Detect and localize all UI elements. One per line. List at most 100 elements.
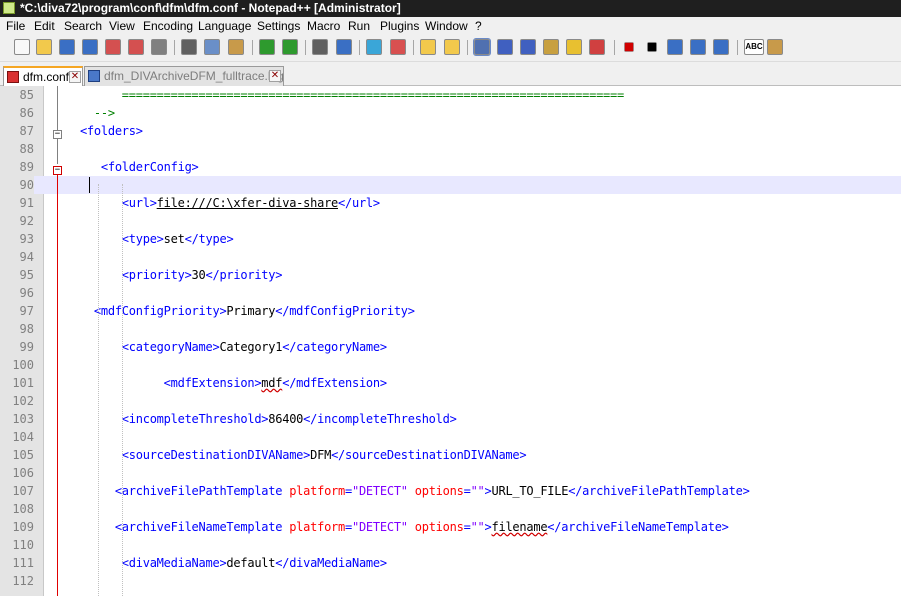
close-icon[interactable]	[105, 39, 121, 55]
code-line[interactable]: 106	[0, 464, 901, 482]
code-token: default	[226, 556, 276, 570]
code-line[interactable]: 102	[0, 392, 901, 410]
code-line[interactable]: 105 <sourceDestinationDIVAName>DFM</sour…	[0, 446, 901, 464]
save-icon[interactable]	[59, 39, 75, 55]
close-tab-icon[interactable]: ✕	[69, 71, 81, 83]
code-token: =	[345, 484, 352, 498]
code-line[interactable]: 107 <archiveFilePathTemplate platform="D…	[0, 482, 901, 500]
print-icon[interactable]	[151, 39, 167, 55]
code-line[interactable]: 109 <archiveFileNameTemplate platform="D…	[0, 518, 901, 536]
line-number: 89	[19, 160, 34, 174]
find-icon[interactable]	[312, 39, 328, 55]
code-text: <incompleteThreshold>86400</incompleteTh…	[66, 410, 457, 428]
code-token: >	[484, 484, 492, 498]
menu-plugins[interactable]: Plugins	[380, 17, 419, 35]
code-token: </url>	[338, 196, 380, 210]
code-token: <categoryName>	[66, 340, 220, 354]
code-text: <mdfExtension>mdf</mdfExtension>	[66, 374, 387, 392]
tab-dfm-conf[interactable]: dfm.conf ✕	[3, 66, 83, 86]
sync-vertical-icon[interactable]	[420, 39, 436, 55]
code-line[interactable]: 103 <incompleteThreshold>86400</incomple…	[0, 410, 901, 428]
code-line[interactable]: 95 <priority>30</priority>	[0, 266, 901, 284]
code-line[interactable]: 100	[0, 356, 901, 374]
code-line[interactable]: 98	[0, 320, 901, 338]
sync-horizontal-icon[interactable]	[444, 39, 460, 55]
code-token: 30	[191, 268, 206, 282]
function-list-icon[interactable]	[589, 39, 605, 55]
menu-search[interactable]: Search	[64, 17, 102, 35]
code-line[interactable]: 104	[0, 428, 901, 446]
menu-encoding[interactable]: Encoding	[143, 17, 193, 35]
code-line[interactable]: 97 <mdfConfigPriority>Primary</mdfConfig…	[0, 302, 901, 320]
run-macro-multiple-icon[interactable]	[690, 39, 706, 55]
zoom-in-icon[interactable]	[366, 39, 382, 55]
code-token: options	[407, 520, 464, 534]
code-line[interactable]: 112	[0, 572, 901, 590]
code-line[interactable]: 99 <categoryName>Category1</categoryName…	[0, 338, 901, 356]
code-line[interactable]: 88	[0, 140, 901, 158]
play-macro-icon[interactable]	[667, 39, 683, 55]
indent-guide-icon[interactable]	[520, 39, 536, 55]
code-token: URL_TO_FILE	[491, 484, 569, 498]
menu-settings[interactable]: Settings	[257, 17, 300, 35]
record-macro-icon[interactable]	[624, 42, 634, 52]
code-line[interactable]: 101 <mdfExtension>mdf</mdfExtension>	[0, 374, 901, 392]
menu-view[interactable]: View	[109, 17, 135, 35]
line-number: 98	[19, 322, 34, 336]
undo-icon[interactable]	[259, 39, 275, 55]
stop-record-icon[interactable]	[647, 42, 657, 52]
code-text: <type>set</type>	[66, 230, 234, 248]
word-wrap-icon[interactable]	[473, 38, 491, 56]
menu-run[interactable]: Run	[348, 17, 370, 35]
text-caret	[89, 177, 90, 193]
fold-toggle-folderconfig[interactable]: −	[53, 166, 62, 175]
code-line[interactable]: 91 <url>file:///C:\xfer-diva-share</url>	[0, 194, 901, 212]
toolbar-separator	[174, 40, 175, 55]
udl-icon[interactable]	[543, 39, 559, 55]
redo-icon[interactable]	[282, 39, 298, 55]
open-file-icon[interactable]	[36, 39, 52, 55]
code-line[interactable]: 110	[0, 536, 901, 554]
menu-file[interactable]: File	[6, 17, 25, 35]
menu-edit[interactable]: Edit	[34, 17, 55, 35]
code-line[interactable]: 111 <divaMediaName>default</divaMediaNam…	[0, 554, 901, 572]
code-text: <sourceDestinationDIVAName>DFM</sourceDe…	[66, 446, 527, 464]
spell-check-icon[interactable]: ABC	[744, 39, 764, 55]
code-line[interactable]: 85 =====================================…	[0, 86, 901, 104]
new-file-icon[interactable]	[14, 39, 30, 55]
close-all-icon[interactable]	[128, 39, 144, 55]
cut-icon[interactable]	[181, 39, 197, 55]
code-line[interactable]: 90	[0, 176, 901, 194]
menu-language[interactable]: Language	[198, 17, 251, 35]
code-text: <archiveFilePathTemplate platform="DETEC…	[66, 482, 750, 500]
replace-icon[interactable]	[336, 39, 352, 55]
menu-help[interactable]: ?	[475, 17, 482, 35]
code-line[interactable]: 92	[0, 212, 901, 230]
close-tab-icon[interactable]: ✕	[269, 70, 281, 82]
zoom-out-icon[interactable]	[390, 39, 406, 55]
code-line[interactable]: 96	[0, 284, 901, 302]
modified-line-marker	[57, 175, 58, 596]
code-token: </incompleteThreshold>	[303, 412, 457, 426]
show-all-chars-icon[interactable]	[497, 39, 513, 55]
code-token: </priority>	[205, 268, 283, 282]
menu-macro[interactable]: Macro	[307, 17, 340, 35]
line-number: 111	[12, 556, 34, 570]
code-line[interactable]: 86 -->	[0, 104, 901, 122]
paste-icon[interactable]	[228, 39, 244, 55]
code-line[interactable]: 93 <type>set</type>	[0, 230, 901, 248]
tab-fulltrace-log[interactable]: dfm_DIVArchiveDFM_fulltrace.log ✕	[84, 66, 284, 86]
save-macro-icon[interactable]	[713, 39, 729, 55]
doc-map-icon[interactable]	[566, 39, 582, 55]
code-line[interactable]: 89 <folderConfig>	[0, 158, 901, 176]
fold-toggle-folders[interactable]: −	[53, 130, 62, 139]
doc-switcher-icon[interactable]	[767, 39, 783, 55]
copy-icon[interactable]	[204, 39, 220, 55]
code-line[interactable]: 94	[0, 248, 901, 266]
text-editor[interactable]: 85 =====================================…	[0, 86, 901, 596]
code-line[interactable]: 87 <folders>	[0, 122, 901, 140]
save-all-icon[interactable]	[82, 39, 98, 55]
menu-window[interactable]: Window	[425, 17, 468, 35]
code-token: <type>	[66, 232, 164, 246]
code-line[interactable]: 108	[0, 500, 901, 518]
